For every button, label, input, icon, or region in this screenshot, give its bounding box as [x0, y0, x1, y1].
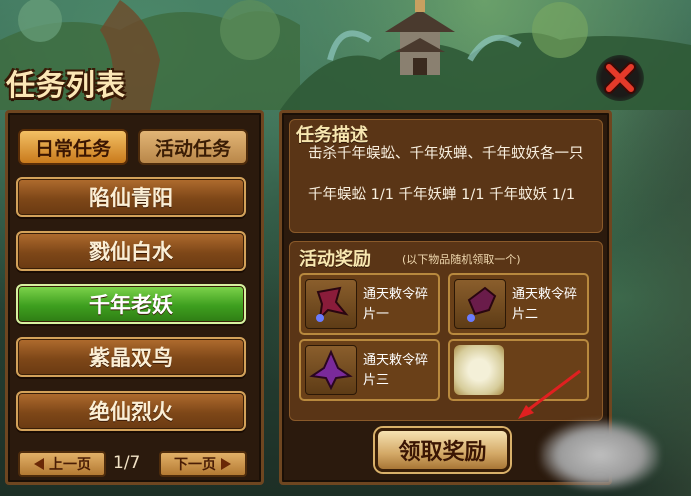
quest-item[interactable]: 戮仙白水 [16, 231, 246, 271]
prev-page-label: 上一页 [49, 457, 91, 473]
quest-item[interactable]: 紫晶双鸟 [16, 337, 246, 377]
page-indicator: 1/7 [113, 453, 141, 473]
reward-name: 通天敕令碎片一 [363, 287, 429, 322]
triangle-right-icon [221, 458, 231, 470]
reward-slot[interactable]: 通天敕令碎片二 [448, 273, 589, 335]
reward-slot[interactable]: 通天敕令碎片一 [299, 273, 440, 335]
quest-list-panel: 日常任务 活动任务 陷仙青阳 戮仙白水 千年老妖 紫晶双鸟 绝仙烈火 上一页 1… [5, 110, 264, 485]
shard-icon [305, 345, 357, 395]
shard-icon [454, 279, 506, 329]
next-page-button[interactable]: 下一页 [159, 451, 247, 477]
reward-note: (以下物品随机领取一个) [402, 253, 521, 266]
description-text: 击杀千年蜈蚣、千年妖蝉、千年蚊妖各一只 [308, 146, 584, 162]
description-title: 任务描述 [296, 125, 368, 146]
next-page-label: 下一页 [174, 457, 216, 473]
blurred-region [540, 420, 660, 490]
reward-name: 通天敕令碎片三 [363, 353, 429, 388]
arrow-icon [518, 369, 581, 419]
tab-daily[interactable]: 日常任务 [18, 129, 128, 165]
close-button[interactable] [596, 55, 644, 101]
window-title: 任务列表 [6, 68, 127, 102]
quest-item-selected[interactable]: 千年老妖 [16, 284, 246, 324]
quest-item[interactable]: 陷仙青阳 [16, 177, 246, 217]
close-icon [604, 62, 636, 94]
shard-icon [305, 279, 357, 329]
triangle-left-icon [34, 458, 44, 470]
prev-page-button[interactable]: 上一页 [18, 451, 106, 477]
tab-event[interactable]: 活动任务 [138, 129, 248, 165]
reward-name: 通天敕令碎片二 [512, 287, 578, 322]
reward-slot[interactable]: 通天敕令碎片三 [299, 339, 440, 401]
claim-reward-button[interactable]: 领取奖励 [375, 428, 510, 472]
temple-icon [385, 0, 455, 75]
reward-title: 活动奖励 [299, 249, 371, 270]
quest-item[interactable]: 绝仙烈火 [16, 391, 246, 431]
description-progress: 千年蜈蚣 1/1 千年妖蝉 1/1 千年蚊妖 1/1 [308, 187, 576, 203]
glow-highlight [454, 345, 504, 395]
